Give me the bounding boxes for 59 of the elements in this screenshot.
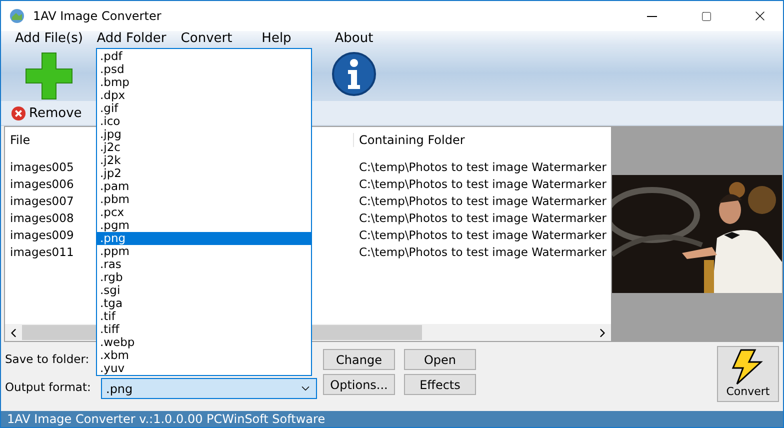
action-button[interactable]: Effects <box>404 374 476 395</box>
dropdown-option[interactable]: .ico <box>97 115 311 128</box>
table-cell: C:\temp\Photos to test image Watermarker <box>359 160 606 174</box>
dropdown-option[interactable]: .tif <box>97 310 311 323</box>
plus-icon <box>24 51 74 101</box>
toolbar-button[interactable]: Help <box>262 32 292 46</box>
status-text: 1AV Image Converter v.:1.0.0.00 PCWinSoft Software <box>7 412 326 426</box>
dropdown-option[interactable]: .webp <box>97 336 311 349</box>
lightning-icon <box>731 349 765 385</box>
dropdown-option[interactable]: .pcx <box>97 206 311 219</box>
format-select[interactable]: .png <box>101 378 317 399</box>
info-icon <box>331 51 377 97</box>
dropdown-option[interactable]: .j2c <box>97 141 311 154</box>
table-cell: C:\temp\Photos to test image Watermarker <box>359 244 606 258</box>
dropdown-option[interactable]: .png <box>97 232 311 245</box>
toolbar-button[interactable]: Add Folder <box>96 32 166 46</box>
app-icon <box>9 8 25 24</box>
dropdown-option[interactable]: .pbm <box>97 193 311 206</box>
dropdown-option[interactable]: .tga <box>97 297 311 310</box>
table-cell: images009 <box>10 228 74 242</box>
toolbar-button[interactable]: About <box>334 32 374 46</box>
dropdown-option[interactable]: .xbm <box>97 349 311 362</box>
dropdown-option[interactable]: .psd <box>97 63 311 76</box>
dropdown-option[interactable]: .dpx <box>97 89 311 102</box>
remove-icon <box>11 106 26 120</box>
maximize-icon <box>700 10 712 22</box>
table-cell: images007 <box>10 194 74 208</box>
dropdown-option[interactable]: .bmp <box>97 76 311 89</box>
dropdown-option[interactable]: .rgb <box>97 271 311 284</box>
dropdown-option[interactable]: .jp2 <box>97 167 311 180</box>
dropdown-option[interactable]: .j2k <box>97 154 311 167</box>
toolbar-button[interactable]: Add File(s) <box>15 32 83 46</box>
table-cell: images008 <box>10 210 74 224</box>
output-format-label: Output format: <box>5 380 92 394</box>
table-cell: images005 <box>10 160 74 174</box>
table-cell: images011 <box>10 244 74 258</box>
table-cell: C:\temp\Photos to test image Watermarker <box>359 228 606 242</box>
toolbar-button[interactable]: Convert <box>180 32 232 46</box>
dropdown-option[interactable]: .pam <box>97 180 311 193</box>
dropdown-option[interactable]: .ras <box>97 258 311 271</box>
action-button[interactable]: Open <box>404 349 476 370</box>
dropdown-option[interactable]: .pdf <box>97 50 311 63</box>
dropdown-option[interactable]: .yuv <box>97 362 311 375</box>
table-cell: C:\temp\Photos to test image Watermarker <box>359 210 606 224</box>
dropdown-option[interactable]: .ppm <box>97 245 311 258</box>
save-folder-label: Save to folder: <box>5 352 90 366</box>
table-cell: images006 <box>10 176 74 190</box>
dropdown-option[interactable]: .gif <box>97 102 311 115</box>
column-header[interactable]: Containing Folder <box>353 133 609 147</box>
table-cell: C:\temp\Photos to test image Watermarker <box>359 176 606 190</box>
dropdown-option[interactable]: .jpg <box>97 128 311 141</box>
dropdown-option[interactable]: .sgi <box>97 284 311 297</box>
dropdown-option[interactable]: .pgm <box>97 219 311 232</box>
window-title: 1AV Image Converter <box>33 9 162 23</box>
action-button[interactable]: Change <box>323 349 395 370</box>
action-button[interactable]: Options... <box>323 374 395 395</box>
remove-button[interactable]: Remove <box>9 106 84 120</box>
table-cell: C:\temp\Photos to test image Watermarker <box>359 194 606 208</box>
convert-button[interactable]: Convert <box>717 346 779 402</box>
